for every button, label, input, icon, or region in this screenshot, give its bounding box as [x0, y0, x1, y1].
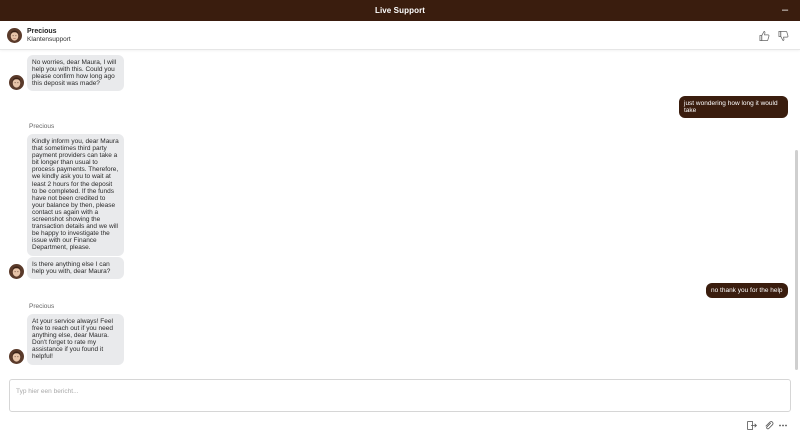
- agent-message: Is there anything else I can help you wi…: [27, 257, 124, 280]
- title-bar: Live Support –: [0, 0, 800, 21]
- agent-avatar: [9, 349, 24, 364]
- message-sender: Precious: [29, 303, 55, 310]
- user-message: just wondering how long it would take: [679, 96, 788, 119]
- agent-message: No worries, dear Maura, I will help you …: [27, 55, 124, 92]
- message-sender: Precious: [29, 123, 55, 130]
- user-message: no thank you for the help: [706, 283, 788, 299]
- message-input[interactable]: [10, 384, 790, 399]
- agent-header: Precious Klantensupport: [0, 21, 800, 50]
- message-composer[interactable]: [9, 379, 791, 412]
- agent-avatar: [9, 264, 24, 279]
- agent-message: Kindly inform you, dear Maura that somet…: [27, 134, 124, 256]
- agent-avatar: [7, 28, 22, 43]
- scrollbar[interactable]: [795, 150, 798, 370]
- agent-name: Precious: [27, 28, 57, 35]
- chat-transcript[interactable]: No worries, dear Maura, I will help you …: [0, 50, 800, 378]
- window-title: Live Support: [374, 6, 426, 15]
- thumbs-up-icon[interactable]: [759, 29, 770, 41]
- minimize-icon[interactable]: –: [778, 3, 792, 17]
- more-icon[interactable]: [778, 421, 788, 430]
- thumbs-down-icon[interactable]: [778, 29, 789, 41]
- agent-message: At your service always! Feel free to rea…: [27, 314, 124, 365]
- agent-role: Klantensupport: [27, 36, 71, 43]
- exit-icon[interactable]: [747, 421, 757, 430]
- paperclip-icon[interactable]: [764, 421, 774, 430]
- agent-avatar: [9, 75, 24, 90]
